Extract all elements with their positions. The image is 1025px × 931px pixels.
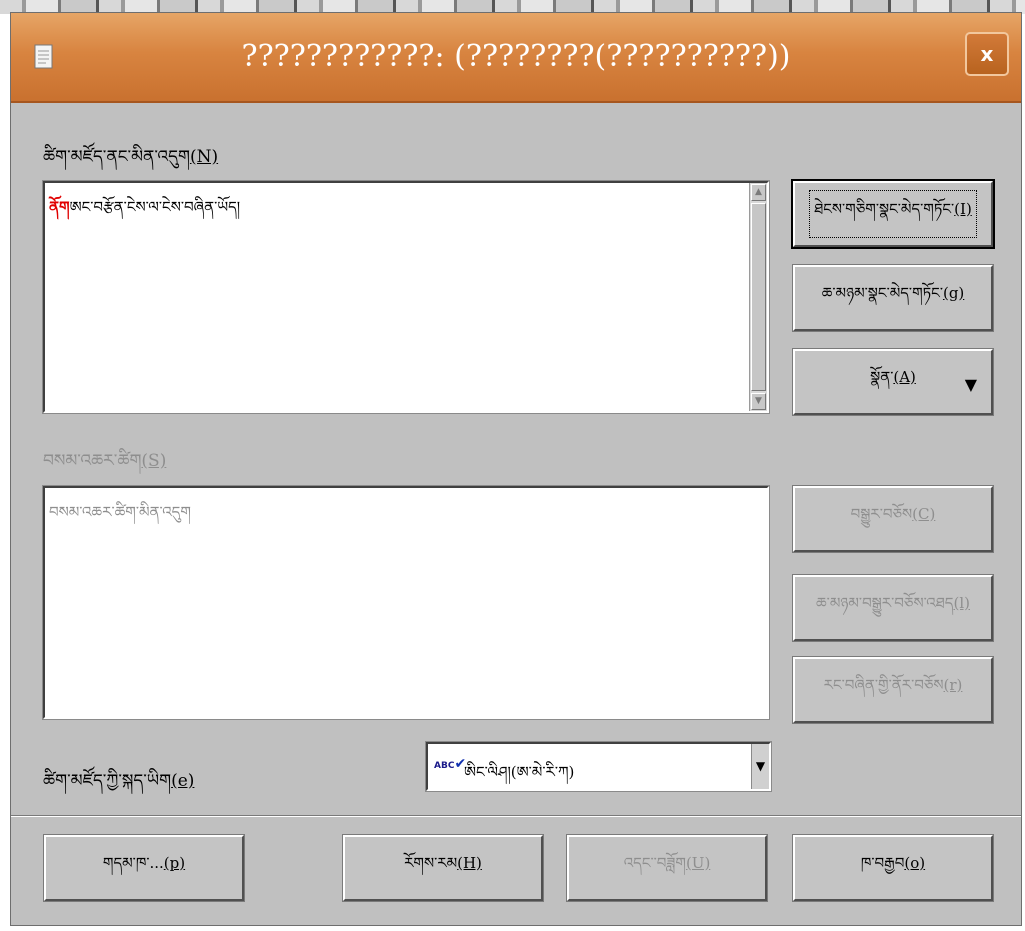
button-row-separator [11,815,1021,817]
change-all-label: ཆ་མཉམ་བསྒྱུར་བཅོས་འཐད(l) [816,594,970,612]
dictionary-language-accesskey: (e) [171,771,195,791]
scroll-thumb[interactable] [751,203,766,391]
window-title: ????????????: (????????(??????????)) [241,39,791,74]
add-to-dictionary-button[interactable]: སྣོན་(A) ▼ [792,348,994,416]
suggestions-label: བསམ་འཆར་ཚིག(S) [43,441,166,489]
suggestions-accesskey: (S) [141,451,167,471]
not-in-dictionary-textbox[interactable]: ནོགཨང་བརྩོན་ངེས་ལ་ངེས་བཞིན་ཡོད། ▲ ▼ [42,180,770,414]
ignore-all-label: ཆ་མཉམ་སྣང་མེད་གཏོང་(g) [821,284,965,302]
title-bar[interactable]: ????????????: (????????(??????????)) x [11,13,1021,103]
help-label: རོགས་རམ(H) [404,854,482,872]
autocorrect-label: རང་བཞིན་གྱི་ནོར་བཅོས(r) [823,676,963,694]
spellcheck-dialog: ????????????: (????????(??????????)) x ཚ… [10,12,1022,926]
not-in-dictionary-label-text: ཚིག་མཛོད་ནང་མིན་འདུག [43,147,190,167]
change-label: བསྒྱུར་བཅོས(C) [850,505,936,523]
sentence-text: ནོགཨང་བརྩོན་ངེས་ལ་ངེས་བཞིན་ཡོད། [49,191,240,233]
dictionary-language-label-text: ཚིག་མཛོད་ཀྱི་སྐད་ཡིག [43,771,172,791]
suggestions-placeholder: བསམ་འཆར་ཚིག་མིན་འདུག [49,503,191,521]
dictionary-language-select[interactable]: ABC✔ ཨིང་ལིཤ།(ཨ་མེ་རི་ཀ) ▼ [425,741,772,792]
scroll-up-icon[interactable]: ▲ [751,184,766,201]
abc-check-icon: ABC✔ [434,756,467,772]
suggestions-list[interactable]: བསམ་འཆར་ཚིག་མིན་འདུག [42,485,770,720]
change-button[interactable]: བསྒྱུར་བཅོས(C) [792,485,994,553]
misspelled-word: ནོག [49,198,70,216]
not-in-dictionary-label: ཚིག་མཛོད་ནང་མིན་འདུག(N) [43,137,218,185]
add-label: སྣོན་(A) [870,368,916,386]
chevron-down-icon[interactable]: ▼ [751,744,769,789]
help-button[interactable]: རོགས་རམ(H) [342,834,544,902]
vertical-scrollbar[interactable]: ▲ ▼ [749,183,767,411]
sentence-rest: ཨང་བརྩོན་ངེས་ལ་ངེས་བཞིན་ཡོད། [69,198,241,216]
close-label: ཁ་བརྒྱབ(o) [860,854,926,872]
suggestions-label-text: བསམ་འཆར་ཚིག [43,451,142,471]
options-button[interactable]: གདམ་ཁ་...(p) [43,834,245,902]
options-label: གདམ་ཁ་...(p) [102,854,186,872]
close-window-button[interactable]: x [965,32,1009,76]
not-in-dictionary-accesskey: (N) [189,147,219,167]
document-icon [34,44,53,69]
language-value: ཨིང་ལིཤ།(ཨ་མེ་རི་ཀ) [464,763,575,781]
change-all-button[interactable]: ཆ་མཉམ་བསྒྱུར་བཅོས་འཐད(l) [792,574,994,642]
undo-button[interactable]: འདང་་བཟློག(U) [566,834,768,902]
ignore-once-button[interactable]: ཐེངས་གཅིག་སྣང་མེད་གཏོང་(I) [791,179,995,249]
ignore-all-button[interactable]: ཆ་མཉམ་སྣང་མེད་གཏོང་(g) [792,264,994,332]
autocorrect-button[interactable]: རང་བཞིན་གྱི་ནོར་བཅོས(r) [792,656,994,724]
ignore-once-label: ཐེངས་གཅིག་སྣང་མེད་གཏོང་(I) [809,190,977,238]
scroll-down-icon[interactable]: ▼ [751,393,766,410]
dictionary-language-label: ཚིག་མཛོད་ཀྱི་སྐད་ཡིག(e) [43,761,194,809]
close-button[interactable]: ཁ་བརྒྱབ(o) [792,834,994,902]
close-icon: x [980,42,994,66]
triangle-down-icon: ▼ [964,375,977,394]
undo-label: འདང་་བཟློག(U) [623,854,711,872]
